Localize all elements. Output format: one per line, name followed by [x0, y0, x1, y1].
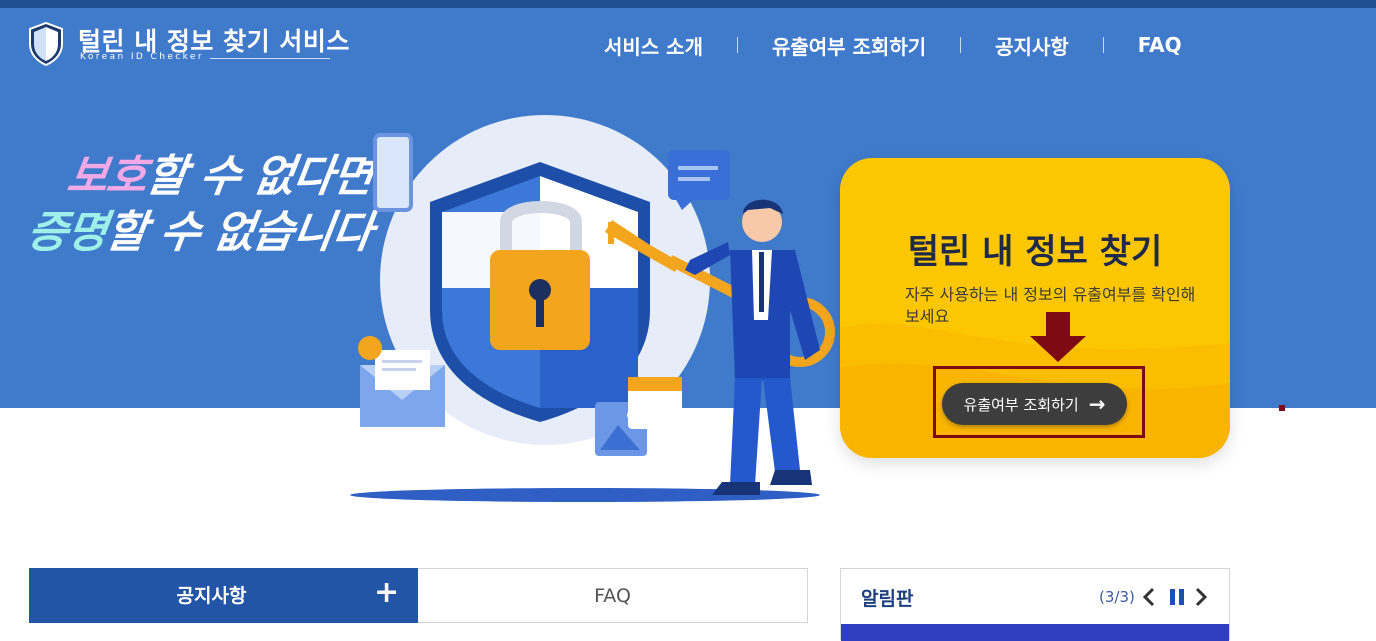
slogan-highlight-1: 보호 [63, 151, 150, 202]
calendar-card-icon [628, 377, 682, 429]
site-logo[interactable]: 털린 내 정보 찾기 서비스 Korean ID Checker [28, 22, 349, 68]
logo-underline [210, 58, 330, 59]
logo-subtitle: Korean ID Checker [80, 52, 204, 62]
promo-title: 털린 내 정보 찾기 [907, 232, 1163, 272]
chevron-left-icon[interactable] [1139, 585, 1159, 609]
slogan-rest-2: 할 수 없습니다 [102, 207, 376, 258]
slogan-line-2: 증명할 수 없습니다 [24, 196, 377, 260]
notice-board: 알림판 (3/3) [840, 568, 1230, 641]
notice-faq-tabs: 공지사항 + FAQ [29, 568, 808, 623]
chevron-right-icon[interactable] [1191, 585, 1211, 609]
board-title: 알림판 [861, 588, 914, 610]
down-arrow-icon [1030, 312, 1086, 362]
board-page-counter: (3/3) [1099, 588, 1135, 606]
leak-check-button[interactable]: 유출여부 조회하기 → [942, 383, 1127, 425]
pause-icon[interactable] [1167, 585, 1187, 609]
slogan-rest-1: 할 수 없다면 [142, 151, 376, 202]
tab-notice[interactable]: 공지사항 + [29, 568, 418, 623]
nav-notice[interactable]: 공지사항 [995, 31, 1069, 60]
nav-faq[interactable]: FAQ [1138, 33, 1182, 57]
nav-leak-check[interactable]: 유출여부 조회하기 [772, 31, 926, 60]
nav-divider [736, 37, 738, 53]
nav-divider [960, 37, 962, 53]
leak-check-button-label: 유출여부 조회하기 [963, 395, 1079, 414]
arrow-right-icon: → [1088, 392, 1106, 416]
board-banner-image[interactable] [841, 624, 1229, 641]
site-header: 털린 내 정보 찾기 서비스 Korean ID Checker 서비스 소개 … [0, 8, 1376, 84]
slogan-highlight-2: 증명 [23, 207, 110, 258]
chat-bubble-icon [668, 150, 730, 210]
tab-notice-label: 공지사항 [176, 585, 247, 607]
hero-slogan: 보호할 수 없다면 증명할 수 없습니다 [24, 140, 376, 280]
security-illustration [350, 115, 835, 502]
tab-faq[interactable]: FAQ [418, 568, 808, 623]
phone-icon [373, 133, 413, 212]
top-accent-bar [0, 0, 1376, 8]
slogan-line-1: 보호할 수 없다면 [64, 140, 378, 204]
shield-logo-icon [29, 22, 63, 66]
marker-dot [1279, 405, 1285, 411]
main-nav: 서비스 소개 유출여부 조회하기 공지사항 FAQ [604, 30, 1182, 60]
nav-service-intro[interactable]: 서비스 소개 [604, 31, 703, 60]
leak-check-promo-card: 털린 내 정보 찾기 자주 사용하는 내 정보의 유출여부를 확인해보세요 유출… [840, 158, 1230, 458]
plus-icon[interactable]: + [374, 578, 399, 608]
nav-divider [1102, 37, 1104, 53]
